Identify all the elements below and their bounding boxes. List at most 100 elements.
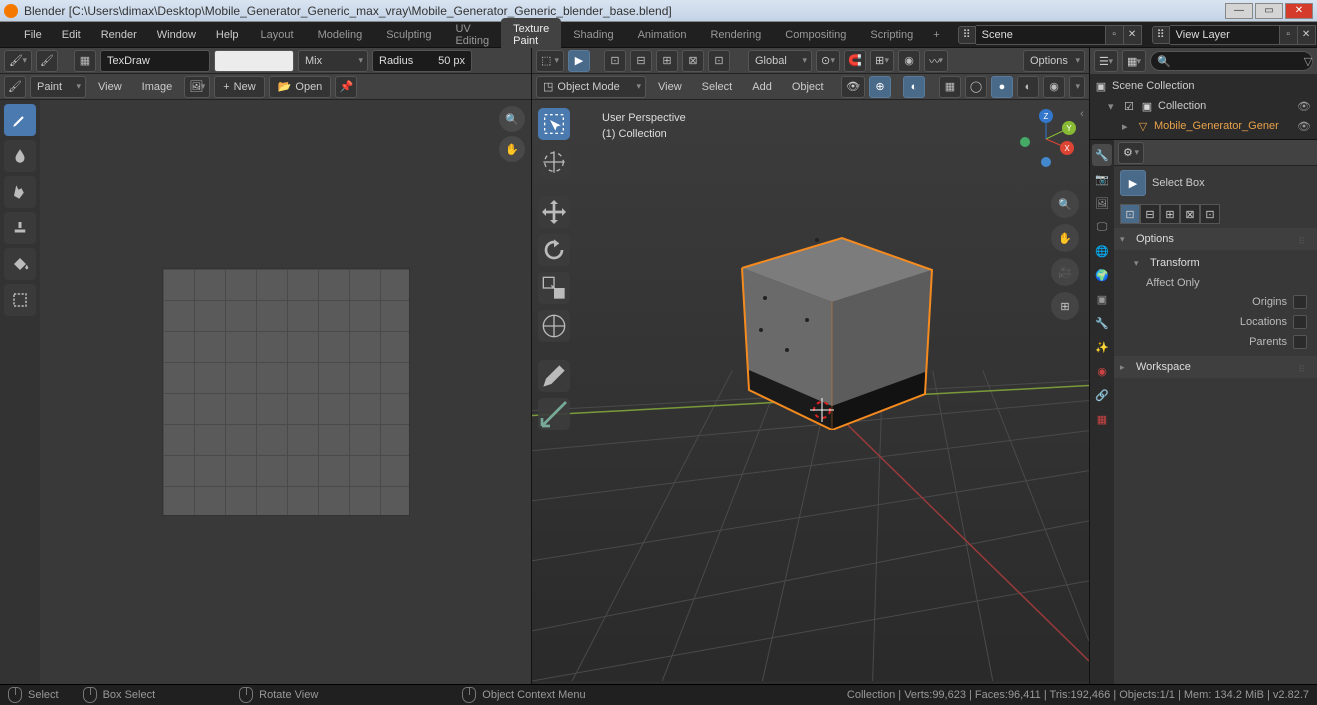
viewport-editor-type[interactable]: ⬚: [536, 50, 564, 72]
tab-texture-paint[interactable]: Texture Paint: [501, 18, 561, 52]
add-workspace-button[interactable]: +: [925, 24, 947, 46]
new-image-button[interactable]: +New: [214, 76, 264, 98]
shading-matpreview[interactable]: ◐: [1017, 76, 1039, 98]
locations-check-row[interactable]: Locations: [1128, 312, 1317, 332]
twist-icon[interactable]: ▾: [1108, 100, 1118, 113]
pivot-1[interactable]: ⊡: [1120, 204, 1140, 224]
pivot-4[interactable]: ⊠: [1180, 204, 1200, 224]
editor-type-dropdown[interactable]: 🖌: [4, 50, 32, 72]
render-menu[interactable]: Render: [91, 25, 147, 45]
tab-compositing[interactable]: Compositing: [773, 24, 858, 46]
visibility-dropdown[interactable]: 👁: [841, 76, 865, 98]
proportional-edit-toggle[interactable]: ◉: [898, 50, 920, 72]
ptab-physics[interactable]: ◉: [1092, 360, 1112, 382]
vp-add-menu[interactable]: Add: [744, 81, 780, 93]
mode-dropdown[interactable]: ◳ Object Mode: [536, 76, 646, 98]
pivot-2[interactable]: ⊟: [1140, 204, 1160, 224]
sidebar-expand-icon[interactable]: ‹: [1077, 104, 1087, 124]
shading-wireframe[interactable]: ◯: [965, 76, 987, 98]
twist-icon[interactable]: ▸: [1122, 120, 1132, 133]
open-image-button[interactable]: 📂Open: [269, 76, 332, 98]
tab-rendering[interactable]: Rendering: [698, 24, 773, 46]
ptab-tool[interactable]: 🔧: [1092, 144, 1112, 166]
scene-new-button[interactable]: ▫: [1106, 25, 1124, 45]
vp-object-menu[interactable]: Object: [784, 81, 832, 93]
tab-layout[interactable]: Layout: [249, 24, 306, 46]
minimize-button[interactable]: —: [1225, 3, 1253, 19]
annotate-tool[interactable]: [538, 360, 570, 392]
origins-checkbox[interactable]: [1293, 295, 1307, 309]
outliner-search[interactable]: 🔍: [1150, 51, 1313, 71]
tree-object[interactable]: ▸ ▽ Mobile_Generator_Gener 👁: [1094, 116, 1313, 136]
generator-object[interactable]: [727, 220, 947, 430]
zoom-icon[interactable]: 🔍: [1051, 190, 1079, 218]
orientation-gizmo[interactable]: X Y Z: [1015, 108, 1077, 170]
snap-sel-2[interactable]: ⊟: [630, 50, 652, 72]
shading-rendered[interactable]: ◉: [1043, 76, 1065, 98]
tab-scripting[interactable]: Scripting: [858, 24, 925, 46]
ptab-render[interactable]: 📷: [1092, 168, 1112, 190]
snap-toggle[interactable]: 🧲: [844, 50, 866, 72]
scale-tool[interactable]: [538, 272, 570, 304]
paint-menu[interactable]: Paint: [30, 76, 86, 98]
outliner-type-dropdown[interactable]: ☰: [1094, 50, 1118, 72]
draw-tool[interactable]: [4, 104, 36, 136]
image-view-menu[interactable]: View: [90, 81, 130, 93]
locations-checkbox[interactable]: [1293, 315, 1307, 329]
options-dropdown[interactable]: Options: [1023, 50, 1085, 72]
viewlayer-browse-icon[interactable]: ⠿: [1152, 26, 1170, 44]
ptab-material[interactable]: ▦: [1092, 408, 1112, 430]
help-menu[interactable]: Help: [206, 25, 249, 45]
parents-check-row[interactable]: Parents: [1128, 332, 1317, 352]
brush-name-field[interactable]: TexDraw: [100, 50, 210, 72]
image-menu[interactable]: Image: [134, 81, 181, 93]
vp-view-menu[interactable]: View: [650, 81, 690, 93]
shading-options-dropdown[interactable]: [1069, 76, 1085, 98]
pin-icon[interactable]: 📌: [335, 76, 357, 98]
ptab-output[interactable]: 🖼: [1092, 192, 1112, 214]
viewlayer-new-button[interactable]: ▫: [1280, 25, 1298, 45]
transform-panel-header[interactable]: ▾Transform: [1128, 252, 1317, 274]
color-swatch[interactable]: [214, 50, 294, 72]
viewlayer-name-field[interactable]: View Layer: [1170, 25, 1280, 45]
uv-pan-icon[interactable]: ✋: [499, 136, 525, 162]
pivot-3[interactable]: ⊞: [1160, 204, 1180, 224]
tab-uv-editing[interactable]: UV Editing: [443, 18, 501, 52]
orientation-dropdown[interactable]: Global: [748, 50, 812, 72]
checkbox-icon[interactable]: ☑: [1122, 99, 1136, 113]
maximize-button[interactable]: ▭: [1255, 3, 1283, 19]
properties-type-dropdown[interactable]: ⚙: [1118, 142, 1144, 164]
ptab-world[interactable]: 🌍: [1092, 264, 1112, 286]
pivot-5[interactable]: ⊡: [1200, 204, 1220, 224]
brush-icon[interactable]: 🖌: [36, 50, 58, 72]
snap-type-dropdown[interactable]: ⊞: [870, 50, 894, 72]
tree-scene-collection[interactable]: ▣ Scene Collection: [1094, 76, 1313, 96]
file-menu[interactable]: File: [14, 25, 52, 45]
workspace-panel-header[interactable]: ▸Workspace⠿: [1114, 356, 1317, 378]
fill-tool[interactable]: [4, 248, 36, 280]
pan-icon[interactable]: ✋: [1051, 224, 1079, 252]
overlay-toggle[interactable]: ◐: [903, 76, 925, 98]
tab-modeling[interactable]: Modeling: [306, 24, 375, 46]
blend-mode-dropdown[interactable]: Mix: [298, 50, 368, 72]
paint-mode-icon[interactable]: 🖌: [4, 76, 26, 98]
ptab-scene[interactable]: 🌐: [1092, 240, 1112, 262]
xray-toggle[interactable]: ▦: [939, 76, 961, 98]
image-browse-dropdown[interactable]: 🖼: [184, 76, 210, 98]
rotate-tool[interactable]: [538, 234, 570, 266]
scene-browse-icon[interactable]: ⠿: [958, 26, 976, 44]
uv-canvas[interactable]: 🔍 ✋: [40, 100, 531, 684]
parents-checkbox[interactable]: [1293, 335, 1307, 349]
outliner-filter-icon[interactable]: ▽: [1301, 50, 1315, 72]
ptab-modifiers[interactable]: 🔧: [1092, 312, 1112, 334]
tab-animation[interactable]: Animation: [626, 24, 699, 46]
snap-sel-1[interactable]: ⊡: [604, 50, 626, 72]
smear-tool[interactable]: [4, 176, 36, 208]
window-menu[interactable]: Window: [147, 25, 206, 45]
viewlayer-delete-button[interactable]: ✕: [1298, 25, 1316, 45]
ptab-viewlayer[interactable]: 🖵: [1092, 216, 1112, 238]
gizmo-toggle[interactable]: ⊕: [869, 76, 891, 98]
proportional-type-dropdown[interactable]: 〰: [924, 50, 948, 72]
transform-tool[interactable]: [538, 310, 570, 342]
scene-delete-button[interactable]: ✕: [1124, 25, 1142, 45]
